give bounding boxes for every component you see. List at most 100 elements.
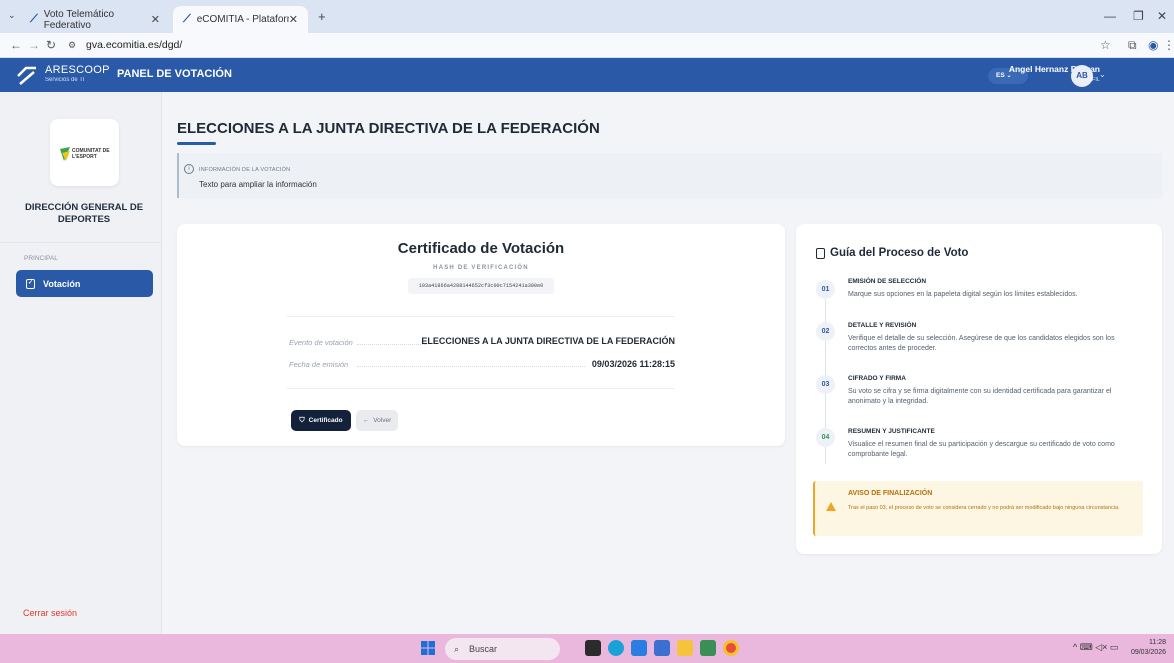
step-title: EMISIÓN DE SELECCIÓN (848, 278, 927, 285)
sidebar: COMUNITAT DE L'ESPORT DIRECCIÓN GENERAL … (0, 92, 162, 634)
tab-favicon-icon: ⟋ (30, 13, 38, 25)
org-logo-mark-icon (60, 147, 70, 161)
browser-tab-1[interactable]: ⟋ Voto Telemático Federativo ✕ (20, 6, 170, 33)
profile-icon[interactable]: ◉ (1148, 38, 1158, 52)
tab-search-icon[interactable]: ⌄ (8, 10, 16, 21)
dotted-leader (357, 344, 427, 345)
org-logo-text: COMUNITAT DE L'ESPORT (72, 148, 110, 160)
site-info-icon[interactable]: ⚙ (68, 40, 76, 51)
step-number: 04 (816, 428, 835, 447)
taskbar-clock[interactable]: 11:28 09/03/2026 (1130, 638, 1166, 658)
panel-title: PANEL DE VOTACIÓN (117, 68, 232, 80)
vote-guide-card: Guía del Proceso de Voto 01 EMISIÓN DE S… (796, 224, 1162, 554)
maximize-icon[interactable]: ❐ (1133, 9, 1144, 23)
close-window-icon[interactable]: ✕ (1157, 9, 1167, 23)
info-text: Texto para ampliar la información (199, 180, 317, 189)
tab-close-icon[interactable]: ✕ (151, 13, 160, 26)
step-number: 01 (816, 280, 835, 299)
back-icon[interactable]: ← (10, 38, 22, 52)
minimize-icon[interactable]: — (1104, 9, 1116, 23)
event-value: ELECCIONES A LA JUNTA DIRECTIVA DE LA FE… (421, 336, 675, 346)
issue-date-value: 09/03/2026 11:28:15 (591, 359, 675, 369)
extensions-icon[interactable]: ⧉ (1128, 38, 1137, 53)
title-underline (177, 142, 216, 145)
clock-time: 11:28 (1149, 639, 1166, 646)
url-input[interactable]: gva.ecomitia.es/dgd/ (86, 36, 1086, 55)
org-logo: COMUNITAT DE L'ESPORT (50, 119, 119, 186)
outlook-icon[interactable] (654, 640, 670, 656)
tab-close-icon[interactable]: ✕ (289, 13, 298, 26)
clipboard-check-icon: ✓ (26, 278, 35, 289)
taskview-icon[interactable] (585, 640, 601, 656)
new-tab-icon[interactable]: + (318, 9, 326, 24)
info-icon: i (184, 164, 194, 174)
hash-label: HASH DE VERIFICACIÓN (433, 265, 529, 271)
step-description: Su voto se cifra y se firma digitalmente… (848, 388, 1112, 405)
bookmark-star-icon[interactable]: ☆ (1100, 38, 1111, 52)
file-explorer-icon[interactable] (677, 640, 693, 656)
tab-label: eCOMITIA - Plataforma de Voto (196, 14, 289, 25)
sidebar-section-label: PRINCIPAL (24, 255, 58, 262)
divider (287, 316, 675, 317)
app-header: ARESCOOP Servicios de TI PANEL DE VOTACI… (0, 58, 1174, 92)
dotted-leader (357, 366, 585, 367)
finalization-warning: AVISO DE FINALIZACIÓN Tras el paso 03, e… (813, 481, 1143, 536)
search-icon: ⌕ (454, 644, 460, 654)
warning-text: Tras el paso 03, el proceso de voto se c… (848, 505, 1120, 511)
step-number: 03 (816, 375, 835, 394)
step-title: CIFRADO Y FIRMA (848, 375, 906, 382)
hash-value: 103a41866a4288144652cf3c00c7154241a300e0 (408, 278, 554, 294)
logout-link[interactable]: Cerrar sesión (23, 608, 77, 618)
back-button[interactable]: ← Volver (356, 410, 398, 431)
forward-icon[interactable]: → (28, 38, 40, 52)
reload-icon[interactable]: ↻ (46, 38, 56, 52)
brand-subtitle: Servicios de TI (45, 77, 85, 83)
clock-date: 09/03/2026 (1130, 649, 1166, 656)
sidebar-item-votacion[interactable]: ✓ Votación (16, 270, 153, 297)
url-text: gva.ecomitia.es/dgd/ (86, 39, 183, 51)
language-value: ES (996, 72, 1005, 79)
step-description: Verifique el detalle de su selección. As… (848, 335, 1115, 352)
chrome-icon[interactable] (723, 640, 739, 656)
chevron-down-icon[interactable]: ⌄ (1099, 70, 1106, 79)
step-title: RESUMEN Y JUSTIFICANTE (848, 428, 935, 435)
shield-icon: ⛉ (299, 416, 305, 424)
info-box: i INFORMACIÓN DE LA VOTACIÓN Texto para … (177, 153, 1162, 198)
system-tray[interactable]: ^ ⌨ ◁× ▭ (1073, 642, 1118, 653)
certificate-card: Certificado de Votación HASH DE VERIFICA… (177, 224, 785, 446)
taskbar-search[interactable]: ⌕ Buscar (445, 638, 560, 660)
step-number: 02 (816, 322, 835, 341)
brand-name: ARESCOOP (45, 64, 110, 76)
issue-date-label: Fecha de emisión (289, 360, 349, 369)
step-description: Marque sus opciones en la papeleta digit… (848, 291, 1078, 298)
divider (287, 388, 675, 389)
edge-icon[interactable] (608, 640, 624, 656)
warning-icon (826, 502, 836, 511)
certificate-button[interactable]: ⛉ Certificado (291, 410, 351, 431)
guide-title: Guía del Proceso de Voto (830, 247, 969, 259)
info-title: INFORMACIÓN DE LA VOTACIÓN (199, 167, 291, 173)
browser-tab-2[interactable]: ⟋ eCOMITIA - Plataforma de Voto ✕ (173, 6, 308, 33)
sidebar-divider (0, 242, 162, 243)
back-button-label: Volver (373, 417, 392, 424)
browser-tab-bar: ⌄ ⟋ Voto Telemático Federativo ✕ ⟋ eCOMI… (0, 0, 1174, 33)
page-title: ELECCIONES A LA JUNTA DIRECTIVA DE LA FE… (177, 120, 600, 137)
certificate-button-label: Certificado (308, 417, 343, 424)
clipboard-icon (816, 248, 825, 259)
people-icon[interactable] (631, 640, 647, 656)
search-placeholder: Buscar (469, 644, 498, 654)
tab-favicon-icon: ⟋ (183, 13, 191, 25)
event-label: Evento de votación (289, 338, 353, 347)
step-description: Visualice el resumen final de su partici… (848, 441, 1115, 458)
warning-title: AVISO DE FINALIZACIÓN (848, 490, 933, 497)
org-name: DIRECCIÓN GENERAL DE DEPORTES (24, 202, 144, 225)
excel-icon[interactable] (700, 640, 716, 656)
arrow-left-icon: ← (362, 417, 370, 424)
avatar[interactable]: AB (1071, 65, 1093, 87)
arescoop-logo-icon (17, 66, 36, 85)
browser-address-bar: ← → ↻ ⚙ gva.ecomitia.es/dgd/ ☆ ⧉ ◉ ⋮ (0, 33, 1174, 58)
tab-label: Voto Telemático Federativo (43, 8, 115, 31)
windows-start-icon[interactable] (421, 641, 435, 655)
step-title: DETALLE Y REVISIÓN (848, 322, 917, 329)
browser-menu-icon[interactable]: ⋮ (1163, 38, 1174, 52)
